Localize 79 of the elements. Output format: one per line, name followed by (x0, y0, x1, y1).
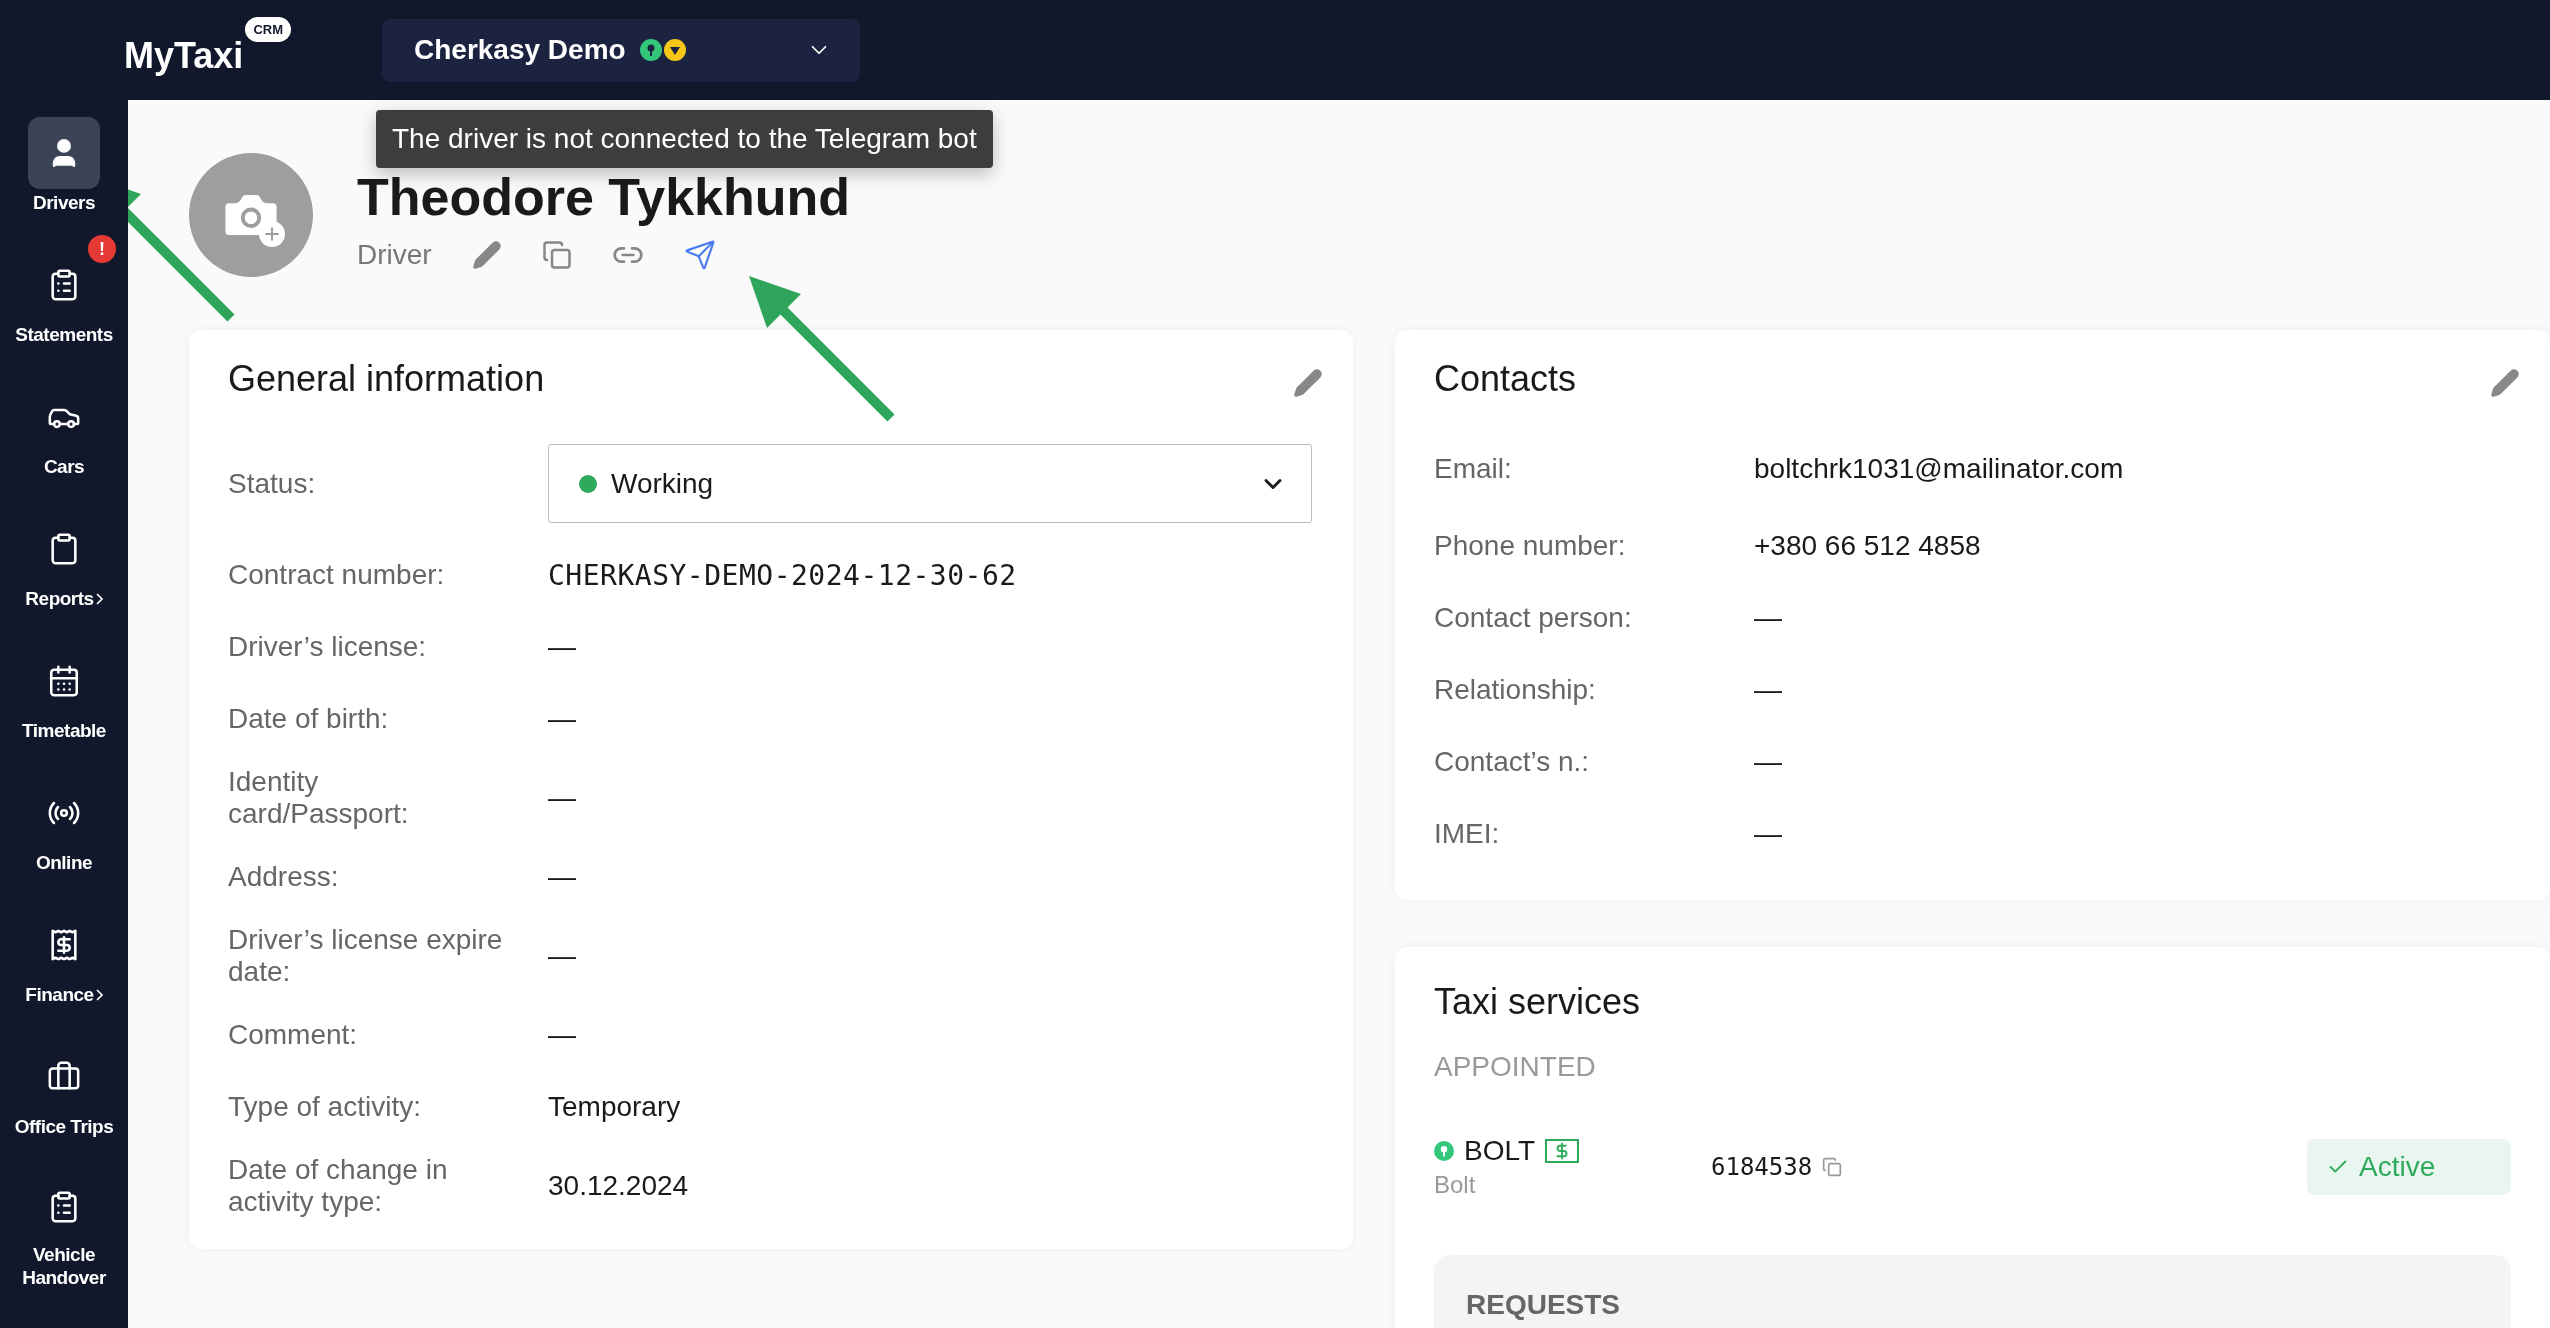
sidebar-label: Office Trips (14, 1115, 114, 1138)
sidebar-item[interactable]: Vehicle Handover (0, 1157, 128, 1289)
field-label: Date of change in activity type: (228, 1154, 449, 1218)
tooltip: The driver is not connected to the Telegram bot (376, 110, 993, 168)
field-value: — (1754, 746, 1782, 778)
sidebar-label: Timetable (22, 719, 106, 742)
company-selector[interactable]: Cherkasy Demo (382, 18, 860, 82)
edit-icon[interactable] (471, 240, 502, 270)
field-value: boltchrk1031@mailinator.com (1754, 453, 2124, 485)
field-label: Status: (228, 467, 317, 500)
sidebar-label: Finance (25, 983, 94, 1006)
field-value: — (548, 631, 576, 663)
field-label: Comment: (228, 1019, 359, 1051)
field-label: Date of birth: (228, 703, 390, 735)
money-icon (1545, 1139, 1580, 1163)
field-label: Driver’s license expire date: (228, 924, 504, 988)
sidebar-item[interactable]: Reports (0, 497, 128, 629)
field-label: Contact person: (1434, 602, 1633, 634)
sidebar-item[interactable]: Office Trips (0, 1025, 128, 1157)
sidebar-label: Cars (43, 455, 85, 478)
sidebar-item[interactable]: Timetable (0, 629, 128, 761)
field-value: — (1754, 602, 1782, 634)
driver-name: Theodore Tykkhund (357, 167, 851, 227)
brand-logo: MyTaxi (124, 35, 244, 77)
send-icon[interactable] (683, 239, 716, 271)
field-label: Address: (228, 861, 340, 893)
field-label: Contract number: (228, 559, 446, 591)
field-value: — (548, 1019, 576, 1051)
panel-title: REQUESTS (1466, 1289, 1621, 1320)
card-title: Contacts (1434, 357, 1577, 401)
field-value: Temporary (548, 1091, 681, 1123)
sidebar-label: Online (35, 851, 93, 874)
sidebar-item[interactable]: Drivers (0, 101, 128, 233)
card-title: Taxi services (1434, 980, 1641, 1024)
field-label: Relationship: (1434, 674, 1597, 706)
edit-button[interactable] (2490, 368, 2520, 398)
copy-icon[interactable] (1822, 1157, 1843, 1177)
field-label: Contact’s n.: (1434, 746, 1591, 778)
sidebar-item[interactable]: Finance (0, 893, 128, 1025)
field-label: IMEI: (1434, 818, 1501, 850)
sidebar-label: Statements (15, 323, 113, 346)
field-value: CHERKASY-DEMO-2024-12-30-62 (548, 558, 1017, 592)
pin-icon (1434, 1141, 1454, 1161)
sidebar-item[interactable]: Cars (0, 365, 128, 497)
field-value: 30.12.2024 (548, 1170, 689, 1202)
service-id: 6184538 (1711, 1153, 1813, 1181)
sidebar-label: Reports (25, 587, 94, 610)
sidebar-label: Vehicle Handover (21, 1243, 107, 1289)
status-badge: Active (2307, 1139, 2511, 1195)
field-value: — (548, 861, 576, 893)
field-value: — (548, 703, 576, 735)
crm-badge: CRM (245, 17, 291, 42)
service-subtitle: Bolt (1434, 1171, 1477, 1199)
field-label: Email: (1434, 453, 1513, 485)
field-value: — (1754, 818, 1782, 850)
plus-icon (259, 221, 285, 247)
alert-badge: ! (88, 235, 116, 263)
field-value: — (1754, 674, 1782, 706)
pin-icon (639, 39, 662, 61)
copy-icon[interactable] (541, 240, 572, 270)
sidebar-label: Drivers (33, 191, 95, 214)
sidebar-item[interactable]: ! Statements (0, 233, 128, 365)
field-value: — (548, 782, 576, 814)
field-label: Type of activity: (228, 1091, 422, 1123)
status-select[interactable]: Working (548, 444, 1312, 523)
section-heading: APPOINTED (1434, 1051, 1596, 1083)
field-value: — (548, 940, 576, 972)
sidebar-item[interactable]: Online (0, 761, 128, 893)
edit-button[interactable] (1293, 368, 1323, 398)
chevron-right-icon (95, 592, 103, 605)
field-value: +380 66 512 4858 (1754, 530, 1981, 562)
driver-role: Driver (357, 239, 432, 271)
chevron-right-icon (95, 988, 103, 1001)
field-label: Driver’s license: (228, 631, 428, 663)
card-title: General information (228, 357, 545, 401)
service-name: BOLT (1464, 1135, 1536, 1167)
field-label: Identity card/Passport: (228, 766, 410, 830)
field-label: Phone number: (1434, 530, 1627, 562)
calendar-icon (47, 664, 81, 698)
